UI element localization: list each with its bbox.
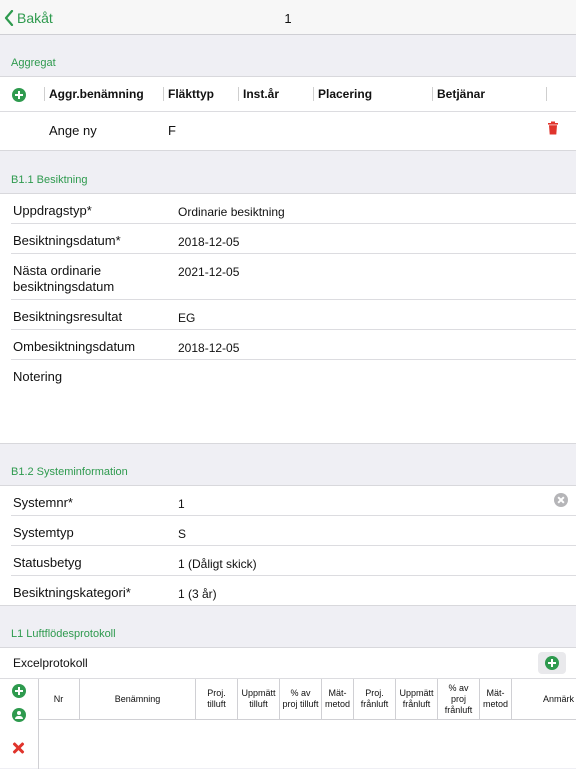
add-row-icon[interactable]: [12, 684, 26, 698]
excelprotokoll-row: Excelprotokoll: [0, 648, 576, 679]
field-statusbetyg[interactable]: Statusbetyg 1 (Dåligt skick): [0, 546, 576, 576]
col-nr: Nr: [38, 679, 80, 719]
field-label: Besiktningsdatum*: [13, 233, 121, 248]
field-value: 2018-12-05: [178, 235, 240, 249]
col-placering: Placering: [318, 87, 373, 101]
aggregat-row[interactable]: Ange ny F: [0, 111, 576, 151]
field-label: Ombesiktningsdatum: [13, 339, 136, 354]
column-separator: [163, 87, 164, 101]
plus-circle-icon: [545, 656, 559, 670]
field-value: 2021-12-05: [178, 265, 240, 279]
clear-icon[interactable]: [554, 493, 568, 507]
person-icon[interactable]: [12, 708, 26, 722]
add-excelprotokoll-button[interactable]: [538, 652, 566, 674]
field-value: 1 (Dåligt skick): [178, 557, 257, 571]
column-separator: [238, 87, 239, 101]
field-notering[interactable]: Notering: [0, 360, 576, 444]
field-systemnr[interactable]: Systemnr* 1: [0, 486, 576, 516]
table-action-column: [0, 679, 39, 769]
field-besiktningskategori[interactable]: Besiktningskategori* 1 (3 år): [0, 576, 576, 606]
field-value: 1 (3 år): [178, 587, 217, 601]
field-label: Besiktningskategori*: [13, 585, 131, 600]
systeminfo-panel: Systemnr* 1 Systemtyp S Statusbetyg 1 (D…: [0, 485, 576, 606]
field-value: Ordinarie besiktning: [178, 205, 285, 219]
field-nasta-ordinarie-besiktningsdatum[interactable]: Nästa ordinarie besiktningsdatum 2021-12…: [0, 254, 576, 300]
col-procent-franluft: % av proj frånluft: [438, 679, 480, 719]
field-label: Systemnr*: [13, 495, 73, 510]
aggregat-table-header: Aggr.benämning Fläkttyp Inst.år Placerin…: [0, 77, 576, 112]
field-systemtyp[interactable]: Systemtyp S: [0, 516, 576, 546]
field-label: Systemtyp: [13, 525, 74, 540]
column-separator: [44, 87, 45, 101]
column-separator: [432, 87, 433, 101]
field-besiktningsdatum[interactable]: Besiktningsdatum* 2018-12-05: [0, 224, 576, 254]
field-label: Nästa ordinarie besiktningsdatum: [13, 263, 115, 294]
col-betjanar: Betjänar: [437, 87, 486, 101]
col-uppmatt-tilluft: Uppmätt tilluft: [238, 679, 280, 719]
col-anmarkning: Anmärk: [542, 693, 574, 704]
col-benamning: Benämning: [80, 679, 196, 719]
aggregat-name: Ange ny: [49, 123, 97, 138]
col-aggr-benamning: Aggr.benämning: [49, 87, 144, 101]
aggregat-flakttyp: F: [168, 123, 176, 138]
field-label: Uppdragstyp*: [13, 203, 92, 218]
field-value: EG: [178, 311, 196, 325]
col-inst-ar: Inst.år: [243, 87, 280, 101]
luftflode-table-header: Nr Benämning Proj. tilluft Uppmätt tillu…: [38, 679, 576, 720]
col-procent-tilluft: % av proj tilluft: [280, 679, 322, 719]
field-besiktningsresultat[interactable]: Besiktningsresultat EG: [0, 300, 576, 330]
besiktning-panel: Uppdragstyp* Ordinarie besiktning Besikt…: [0, 193, 576, 444]
col-flakttyp: Fläkttyp: [168, 87, 215, 101]
add-aggregat-icon[interactable]: [12, 88, 26, 102]
col-matmetod-tilluft: Mät-metod: [322, 679, 354, 719]
aggregat-panel: Aggr.benämning Fläkttyp Inst.år Placerin…: [0, 76, 576, 151]
luftflode-panel: Excelprotokoll Nr Benämning Proj. tilluf…: [0, 647, 576, 769]
column-separator: [546, 87, 547, 101]
page-title: 1: [284, 11, 292, 26]
column-separator: [313, 87, 314, 101]
field-value: S: [178, 527, 187, 541]
field-value: 2018-12-05: [178, 341, 240, 355]
section-header-luftflodesprotokoll: L1 Luftflödesprotokoll: [11, 628, 116, 640]
systemnr-input[interactable]: 1: [178, 497, 185, 511]
section-header-aggregat: Aggregat: [11, 57, 56, 69]
field-uppdragstyp[interactable]: Uppdragstyp* Ordinarie besiktning: [0, 194, 576, 224]
delete-x-icon[interactable]: [12, 741, 26, 755]
field-label: Notering: [13, 369, 63, 384]
excelprotokoll-label: Excelprotokoll: [13, 656, 88, 670]
section-header-besiktning: B1.1 Besiktning: [11, 174, 88, 186]
col-uppmatt-franluft: Uppmätt frånluft: [396, 679, 438, 719]
col-proj-tilluft: Proj. tilluft: [196, 679, 238, 719]
section-header-systeminformation: B1.2 Systeminformation: [11, 466, 128, 478]
field-label: Statusbetyg: [13, 555, 82, 570]
navigation-bar: Bakåt 1: [0, 0, 576, 35]
col-proj-franluft: Proj. frånluft: [354, 679, 396, 719]
col-matmetod-franluft: Mät-metod: [480, 679, 512, 719]
field-label: Besiktningsresultat: [13, 309, 123, 324]
trash-icon[interactable]: [547, 121, 559, 135]
field-ombesiktningsdatum[interactable]: Ombesiktningsdatum 2018-12-05: [0, 330, 576, 360]
